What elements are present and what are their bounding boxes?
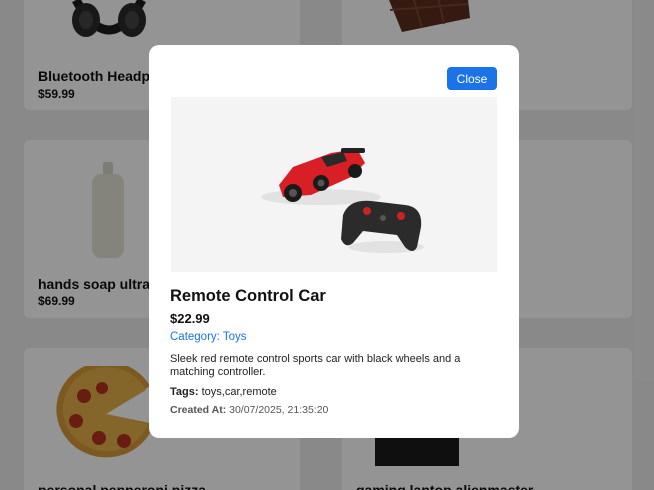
product-created-at: Created At: 30/07/2025, 21:35:20 [170,404,328,416]
created-label: Created At: [170,404,227,416]
product-category: Category: Toys [170,331,247,343]
product-description: Sleek red remote control sports car with… [170,353,461,378]
close-button[interactable]: Close [447,67,497,90]
remote-control-car-image [261,148,424,253]
created-value: 30/07/2025, 21:35:20 [229,404,329,416]
product-detail-modal: Close Remote Control Car $22.99 Category… [149,45,519,438]
product-tags: Tags: toys,car,remote [170,386,277,398]
tags-label: Tags: [170,386,199,398]
product-title: Remote Control Car [170,287,326,305]
product-image [171,97,497,272]
tags-value: toys,car,remote [201,386,277,398]
product-price: $22.99 [170,311,210,326]
